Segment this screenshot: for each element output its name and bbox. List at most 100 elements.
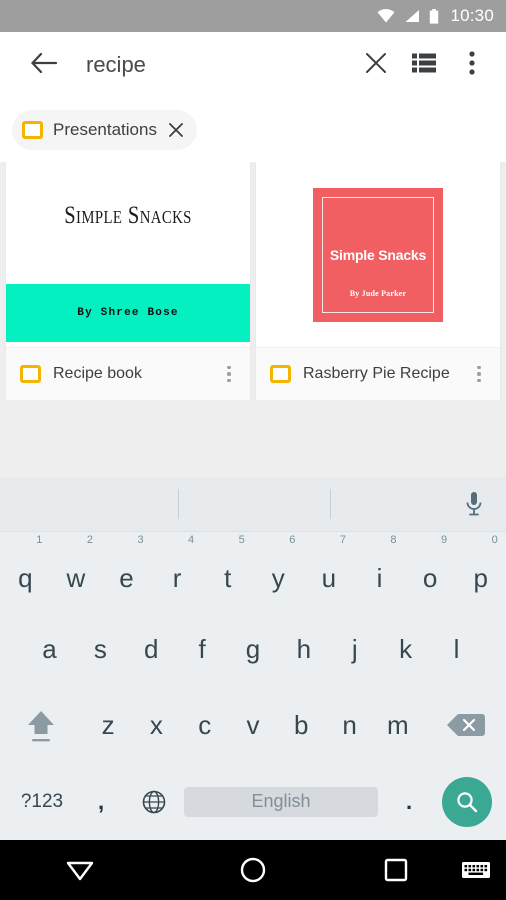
more-vert-icon bbox=[477, 372, 481, 376]
search-input[interactable]: recipe bbox=[86, 52, 352, 78]
slide-title: Simple Snacks bbox=[64, 202, 192, 229]
key-u[interactable]: 7 u bbox=[304, 528, 355, 617]
key-j[interactable]: j bbox=[329, 611, 380, 688]
clear-search-button[interactable] bbox=[352, 41, 400, 89]
key-number-hint: 6 bbox=[289, 534, 296, 546]
suggestion-strip[interactable] bbox=[0, 477, 506, 532]
android-navigation-bar bbox=[0, 840, 506, 900]
search-key[interactable] bbox=[442, 776, 492, 827]
key-s[interactable]: s bbox=[75, 611, 126, 688]
card-menu-button[interactable] bbox=[218, 359, 240, 389]
key-number-hint: 2 bbox=[86, 534, 93, 546]
key-h[interactable]: h bbox=[278, 611, 329, 688]
view-toggle-button[interactable] bbox=[400, 41, 448, 89]
key-d[interactable]: d bbox=[126, 611, 177, 688]
key-label: s bbox=[93, 633, 107, 664]
card-thumbnail: Simple Snacks By Shree Bose bbox=[6, 162, 250, 347]
nav-back-button[interactable] bbox=[0, 840, 160, 900]
key-p[interactable]: 0 p bbox=[455, 528, 506, 617]
key-label: o bbox=[422, 563, 438, 594]
microphone-button[interactable] bbox=[456, 486, 492, 522]
key-number-hint: 1 bbox=[36, 534, 43, 546]
nav-keyboard-button[interactable] bbox=[446, 840, 506, 900]
more-vert-icon bbox=[227, 372, 231, 376]
key-c[interactable]: c bbox=[181, 712, 229, 738]
search-app-bar: recipe bbox=[0, 32, 506, 98]
nav-recents-button[interactable] bbox=[346, 840, 446, 900]
status-icons: 10:30 bbox=[377, 6, 494, 26]
status-clock: 10:30 bbox=[450, 6, 494, 25]
key-number-hint: 7 bbox=[339, 534, 346, 546]
results-empty-space bbox=[0, 400, 506, 477]
key-f[interactable]: f bbox=[177, 611, 228, 688]
key-q[interactable]: 1 q bbox=[0, 528, 51, 617]
slide-preview: Simple Snacks By Jude Parker bbox=[256, 162, 500, 347]
circle-icon bbox=[240, 857, 266, 883]
filter-chip-label: Presentations bbox=[53, 120, 157, 139]
key-i[interactable]: 8 i bbox=[354, 528, 405, 617]
keyboard-row-4: ?123 , English . bbox=[0, 764, 506, 841]
comma-key[interactable]: , bbox=[74, 790, 128, 812]
key-o[interactable]: 9 o bbox=[405, 528, 456, 617]
key-m[interactable]: m bbox=[374, 712, 422, 738]
slide-preview: Simple Snacks By Shree Bose bbox=[6, 162, 250, 347]
key-t[interactable]: 5 t bbox=[202, 528, 253, 617]
key-g[interactable]: g bbox=[228, 611, 279, 688]
key-number-hint: 4 bbox=[188, 534, 195, 546]
key-y[interactable]: 6 y bbox=[253, 528, 304, 617]
filter-chip-presentations[interactable]: Presentations bbox=[12, 110, 197, 150]
key-label: h bbox=[296, 633, 312, 664]
card-menu-button[interactable] bbox=[468, 359, 490, 389]
key-z[interactable]: z bbox=[84, 712, 132, 738]
overflow-menu-button[interactable] bbox=[448, 41, 496, 89]
wifi-icon bbox=[377, 9, 395, 23]
key-label: n bbox=[342, 710, 357, 741]
card-title: Recipe book bbox=[53, 365, 142, 382]
key-number-hint: 9 bbox=[441, 534, 448, 546]
key-v[interactable]: v bbox=[229, 712, 277, 738]
slide-title: Simple Snacks bbox=[329, 246, 427, 263]
period-key[interactable]: . bbox=[382, 790, 436, 812]
key-x[interactable]: x bbox=[132, 712, 180, 738]
search-results-grid: Simple Snacks By Shree Bose Recipe book bbox=[0, 162, 506, 400]
list-view-icon bbox=[412, 53, 436, 78]
key-number-hint: 0 bbox=[491, 534, 498, 546]
more-vert-icon bbox=[477, 365, 481, 370]
key-label: u bbox=[321, 563, 337, 594]
slides-icon bbox=[270, 365, 291, 383]
filter-chip-remove-button[interactable] bbox=[167, 121, 185, 139]
language-switch-key[interactable] bbox=[128, 789, 180, 815]
key-label: c bbox=[198, 710, 212, 741]
microphone-icon bbox=[466, 492, 482, 516]
signal-icon bbox=[404, 9, 420, 23]
key-label: g bbox=[245, 633, 261, 664]
slides-icon bbox=[20, 365, 41, 383]
key-r[interactable]: 4 r bbox=[152, 528, 203, 617]
key-label: k bbox=[399, 633, 413, 664]
result-card[interactable]: Simple Snacks By Jude Parker Rasberry Pi… bbox=[256, 162, 500, 400]
key-label: m bbox=[386, 710, 409, 741]
key-label: l bbox=[453, 633, 460, 664]
key-label: x bbox=[149, 710, 163, 741]
key-b[interactable]: b bbox=[277, 712, 325, 738]
back-button[interactable] bbox=[16, 37, 72, 93]
key-k[interactable]: k bbox=[380, 611, 431, 688]
key-w[interactable]: 2 w bbox=[51, 528, 102, 617]
key-l[interactable]: l bbox=[431, 611, 482, 688]
suggestion-divider bbox=[178, 489, 179, 519]
nav-home-button[interactable] bbox=[160, 840, 346, 900]
key-e[interactable]: 3 e bbox=[101, 528, 152, 617]
key-n[interactable]: n bbox=[325, 712, 373, 738]
backspace-key[interactable] bbox=[438, 711, 492, 739]
language-globe-icon bbox=[142, 790, 166, 814]
shift-key[interactable] bbox=[14, 704, 68, 746]
key-label: z bbox=[101, 710, 115, 741]
result-card[interactable]: Simple Snacks By Shree Bose Recipe book bbox=[6, 162, 250, 400]
key-label: b bbox=[294, 710, 309, 741]
battery-icon bbox=[429, 8, 439, 24]
spacebar-key[interactable]: English bbox=[184, 786, 378, 817]
symbols-key[interactable]: ?123 bbox=[10, 791, 74, 813]
key-label: r bbox=[172, 563, 182, 594]
key-a[interactable]: a bbox=[24, 611, 75, 688]
key-number-hint: 8 bbox=[390, 534, 397, 546]
